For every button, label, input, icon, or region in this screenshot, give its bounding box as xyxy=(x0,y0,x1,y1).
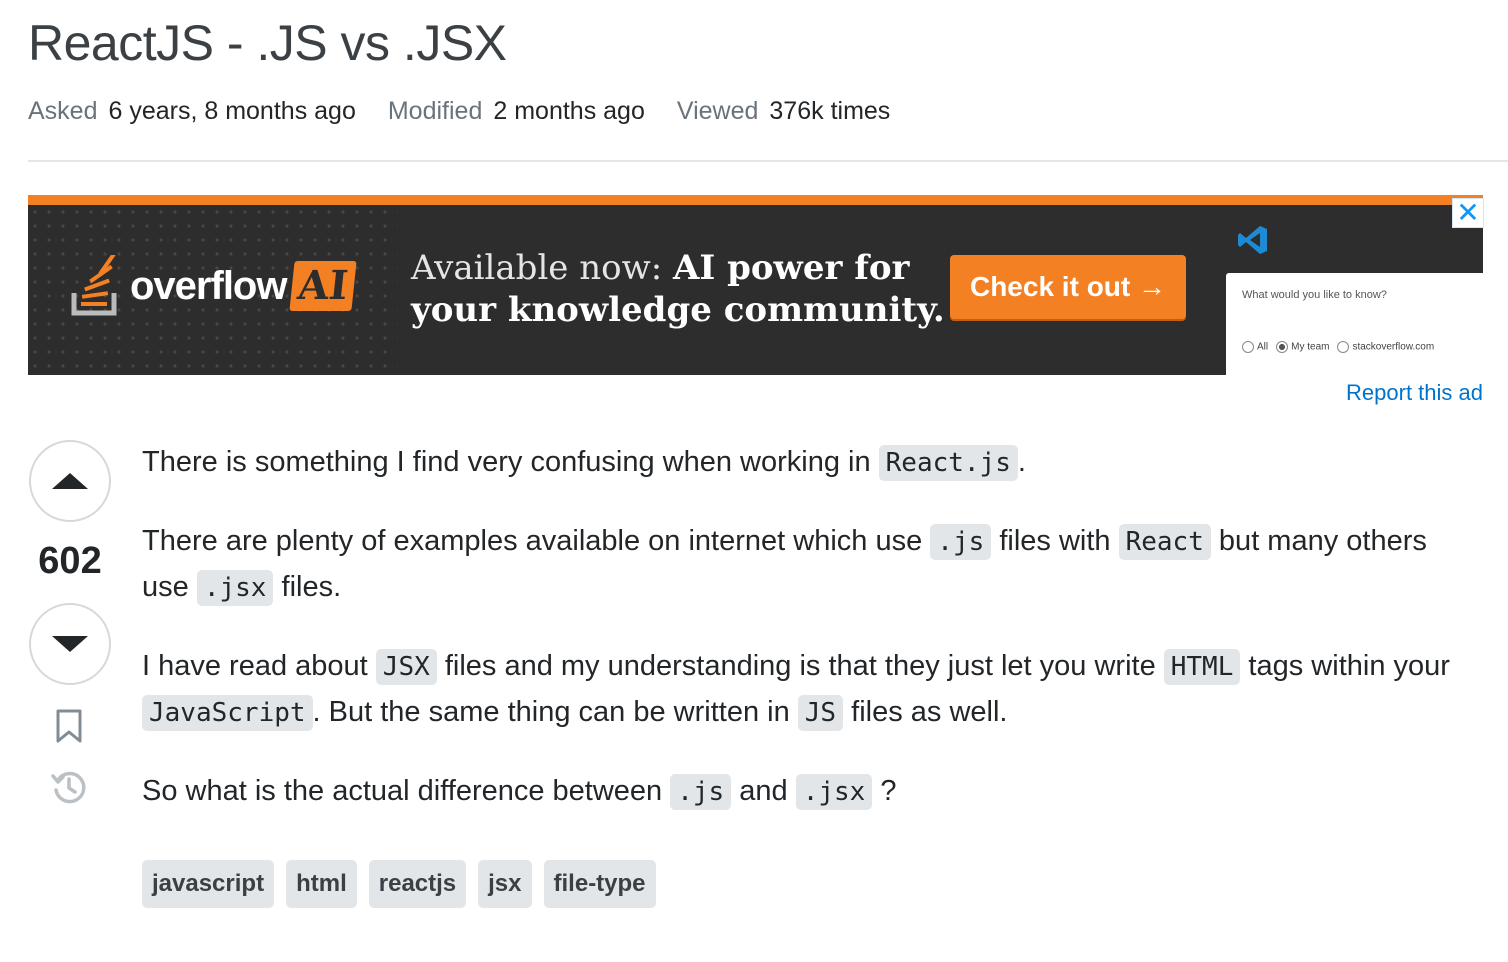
text: files and my understanding is that they … xyxy=(436,650,1164,682)
meta-modified: Modified 2 months ago xyxy=(388,97,645,126)
text: and xyxy=(731,775,796,807)
tag-list: javascript html reactjs jsx file-type xyxy=(142,860,656,908)
ad-top-stripe xyxy=(28,195,1483,205)
stackoverflow-logo-icon xyxy=(71,255,117,316)
text: . But the same thing can be written in xyxy=(312,696,798,728)
question-meta: Asked 6 years, 8 months ago Modified 2 mon… xyxy=(28,97,922,126)
ad-check-it-out-button[interactable]: Check it out → xyxy=(950,255,1186,319)
arrow-down-icon xyxy=(52,636,88,652)
upvote-button[interactable] xyxy=(29,440,111,522)
header-divider xyxy=(28,160,1508,162)
ad-banner[interactable]: overflow AI Available now: AI power for … xyxy=(28,195,1483,375)
text: files with xyxy=(991,525,1119,557)
body-paragraph-2: There are plenty of examples available o… xyxy=(142,519,1472,611)
ad-close-icon[interactable]: ✕ xyxy=(1452,198,1484,228)
report-ad-link[interactable]: Report this ad xyxy=(1346,380,1483,406)
text: ? xyxy=(872,775,897,807)
meta-modified-label: Modified xyxy=(387,97,483,125)
text: . xyxy=(1017,446,1026,478)
question-title[interactable]: ReactJS - .JS vs .JSX xyxy=(28,14,507,72)
text: So what is the actual difference between xyxy=(142,775,671,807)
ad-brand-word: overflow xyxy=(130,263,287,308)
ad-preview-option-so: stackoverflow.com xyxy=(1337,341,1434,353)
downvote-button[interactable] xyxy=(29,603,111,685)
ad-preview-option-team: My team xyxy=(1276,341,1329,353)
inline-code: JS xyxy=(797,695,844,731)
inline-code: React xyxy=(1118,524,1211,560)
ad-headline-light: Available now: xyxy=(411,248,673,288)
ad-headline-bold-2: your knowledge community. xyxy=(411,290,945,330)
radio-icon xyxy=(1242,341,1254,353)
ad-preview-option-team-label: My team xyxy=(1291,341,1330,353)
ad-preview-options: All My team stackoverflow.com xyxy=(1242,341,1434,353)
meta-asked-label: Asked xyxy=(28,97,98,125)
inline-code: React.js xyxy=(878,445,1018,481)
meta-viewed: Viewed 376k times xyxy=(677,97,890,126)
inline-code: JSX xyxy=(375,649,437,685)
inline-code: JavaScript xyxy=(142,695,313,731)
vscode-icon xyxy=(1238,226,1267,254)
tag-html[interactable]: html xyxy=(286,860,357,908)
tag-reactjs[interactable]: reactjs xyxy=(368,860,467,908)
body-paragraph-4: So what is the actual difference between… xyxy=(142,769,1472,815)
ad-preview-option-all: All xyxy=(1242,341,1268,353)
ad-logo: overflow AI xyxy=(68,255,357,317)
ad-headline-bold-1: AI power for xyxy=(672,248,910,288)
tag-file-type[interactable]: file-type xyxy=(543,860,656,908)
inline-code: .jsx xyxy=(196,570,274,606)
text: files as well. xyxy=(843,696,1008,728)
meta-viewed-value: 376k times xyxy=(769,97,891,125)
vote-score: 602 xyxy=(38,540,102,582)
inline-code: .js xyxy=(670,774,732,810)
text: files. xyxy=(273,571,342,603)
ad-brand-ai: AI xyxy=(289,261,357,311)
text: I have read about xyxy=(142,650,376,682)
ad-preview-option-so-label: stackoverflow.com xyxy=(1352,341,1435,353)
tag-jsx[interactable]: jsx xyxy=(478,860,532,908)
inline-code: .js xyxy=(930,524,992,560)
meta-asked: Asked 6 years, 8 months ago xyxy=(28,97,356,126)
history-icon[interactable] xyxy=(50,768,88,806)
body-paragraph-3: I have read about JSX files and my under… xyxy=(142,644,1472,736)
bookmark-icon[interactable] xyxy=(55,708,83,744)
arrow-up-icon xyxy=(52,473,88,489)
ad-preview-option-all-label: All xyxy=(1257,341,1269,353)
radio-icon xyxy=(1337,341,1350,353)
meta-modified-value[interactable]: 2 months ago xyxy=(493,97,645,125)
body-paragraph-1: There is something I find very confusing… xyxy=(142,440,1472,486)
text: There are plenty of examples available o… xyxy=(142,525,931,557)
question-body: There is something I find very confusing… xyxy=(142,440,1472,848)
meta-asked-value[interactable]: 6 years, 8 months ago xyxy=(108,97,355,125)
ad-headline: Available now: AI power for your knowled… xyxy=(411,247,945,331)
radio-selected-icon xyxy=(1276,341,1289,353)
tag-javascript[interactable]: javascript xyxy=(142,860,275,908)
meta-viewed-label: Viewed xyxy=(676,97,759,125)
text: tags within your xyxy=(1240,650,1450,682)
text: There is something I find very confusing… xyxy=(142,446,879,478)
ad-preview-question: What would you like to know? xyxy=(1242,289,1387,301)
ad-search-preview: What would you like to know? All My team… xyxy=(1226,273,1483,375)
inline-code: HTML xyxy=(1163,649,1241,685)
inline-code: .jsx xyxy=(795,774,873,810)
